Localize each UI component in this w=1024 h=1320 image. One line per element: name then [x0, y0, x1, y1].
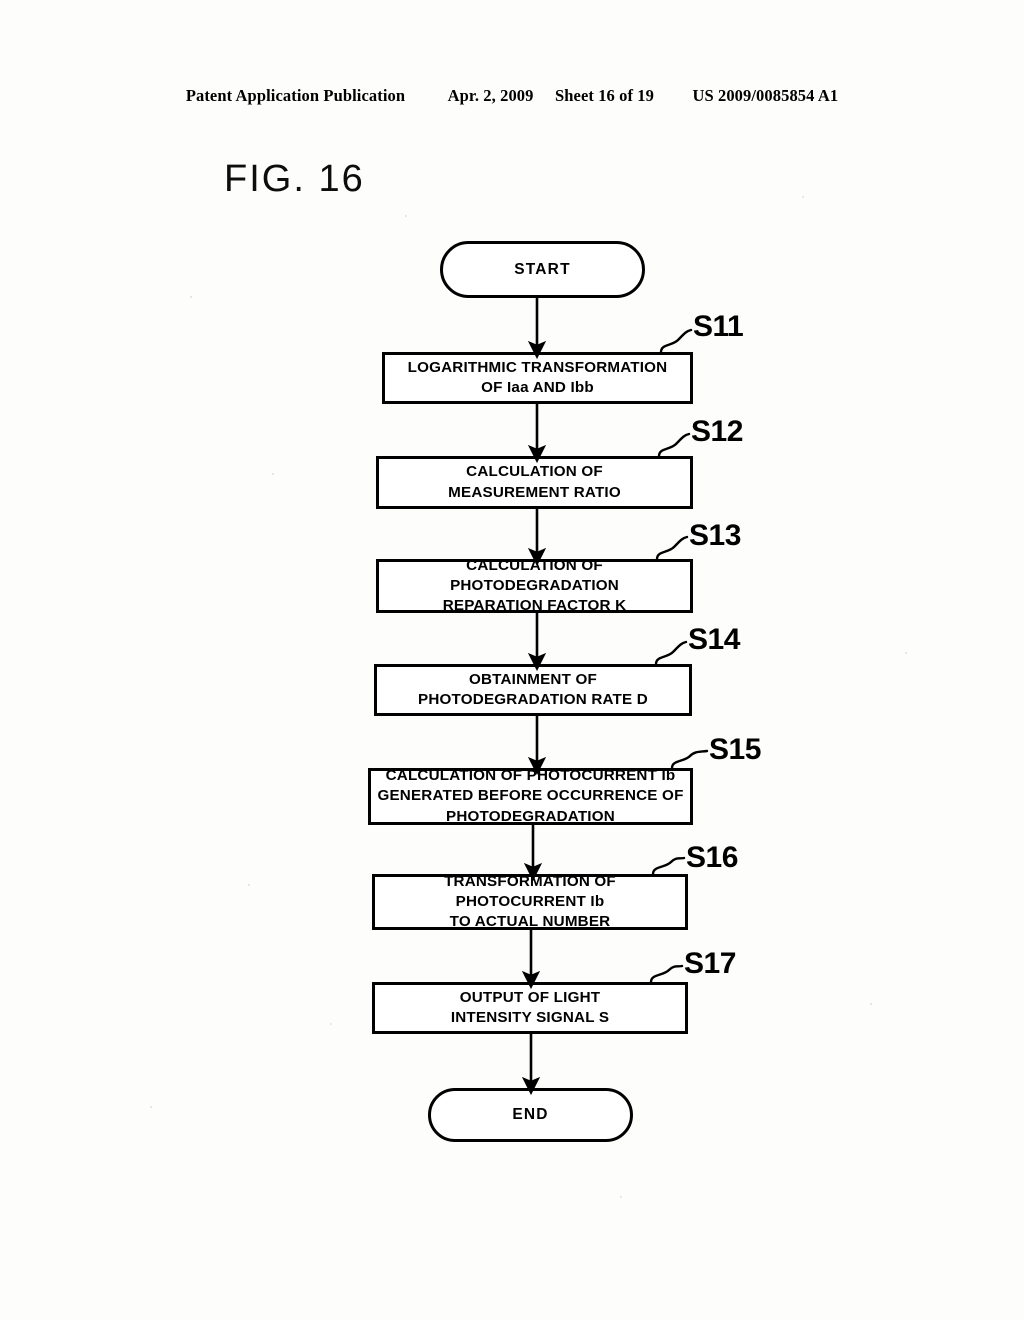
leader-line-s13: [655, 535, 689, 561]
flow-step-s13: CALCULATION OF PHOTODEGRADATION REPARATI…: [376, 556, 693, 615]
flow-terminator-start: START: [440, 241, 645, 298]
flow-step-s15-id: S15: [709, 733, 761, 766]
flow-step-s16-id: S16: [686, 841, 738, 874]
scan-speck: [190, 296, 192, 298]
leader-line-s17: [649, 964, 684, 984]
flow-terminator-start-label: START: [514, 260, 571, 278]
flow-step-s11: LOGARITHMIC TRANSFORMATION OF Iaa AND Ib…: [382, 352, 693, 404]
patent-page: Patent Application Publication Apr. 2, 2…: [0, 0, 1024, 1320]
leader-line-s16: [651, 856, 686, 876]
flow-step-s16-label: TRANSFORMATION OF PHOTOCURRENT Ib TO ACT…: [444, 872, 616, 931]
scan-speck: [405, 215, 407, 217]
flowchart: START LOGARITHMIC TRANSFORMATION OF Iaa …: [0, 0, 1024, 1320]
flow-step-s14-id: S14: [688, 623, 740, 656]
flow-step-s14: OBTAINMENT OF PHOTODEGRADATION RATE D: [374, 664, 692, 716]
flow-step-s17-label: OUTPUT OF LIGHT INTENSITY SIGNAL S: [450, 988, 610, 1026]
leader-line-s12: [657, 432, 691, 458]
scan-speck: [248, 884, 250, 886]
flow-step-s15-label: CALCULATION OF PHOTOCURRENT Ib GENERATED…: [377, 767, 684, 825]
flow-terminator-end-label: END: [512, 1106, 549, 1123]
flow-step-s17-id: S17: [684, 947, 736, 980]
flow-step-s14-label: OBTAINMENT OF PHOTODEGRADATION RATE D: [418, 670, 648, 708]
scan-speck: [150, 1106, 152, 1108]
flow-step-s12: CALCULATION OF MEASUREMENT RATIO: [376, 456, 693, 509]
leader-line-s14: [654, 640, 688, 666]
scan-speck: [905, 652, 907, 654]
scan-speck: [330, 1023, 332, 1025]
flow-step-s12-id: S12: [691, 415, 743, 448]
flow-step-s13-label: CALCULATION OF PHOTODEGRADATION REPARATI…: [442, 556, 627, 615]
leader-line-s11: [659, 328, 693, 354]
flow-step-s11-label: LOGARITHMIC TRANSFORMATION OF Iaa AND Ib…: [407, 358, 668, 396]
flow-step-s12-label: CALCULATION OF MEASUREMENT RATIO: [448, 463, 621, 501]
scan-speck: [620, 1196, 622, 1198]
flow-step-s11-id: S11: [693, 310, 744, 343]
flow-step-s13-id: S13: [689, 519, 741, 552]
scan-speck: [272, 473, 274, 475]
scan-speck: [870, 1003, 872, 1005]
flow-step-s16: TRANSFORMATION OF PHOTOCURRENT Ib TO ACT…: [372, 872, 688, 931]
flow-step-s17: OUTPUT OF LIGHT INTENSITY SIGNAL S: [372, 982, 688, 1034]
flow-step-s15: CALCULATION OF PHOTOCURRENT Ib GENERATED…: [368, 767, 693, 825]
flow-terminator-end: END: [428, 1088, 633, 1142]
scan-speck: [802, 196, 804, 198]
